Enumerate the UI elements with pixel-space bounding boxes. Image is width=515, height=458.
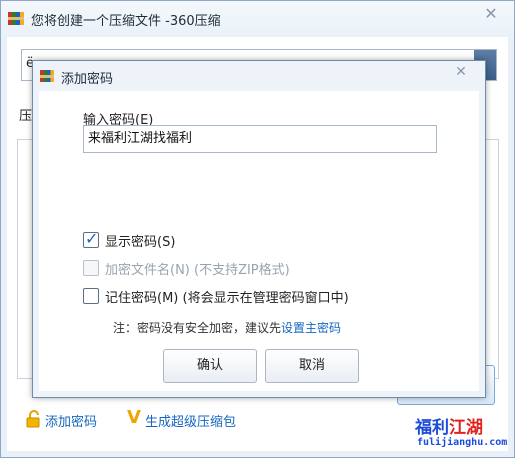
add-password-link[interactable]: 添加密码	[45, 411, 97, 430]
cancel-button[interactable]: 取消	[265, 349, 359, 383]
dialog-titlebar[interactable]: 添加密码 ✕	[33, 61, 485, 91]
watermark-title: 福利江湖	[415, 418, 483, 438]
watermark-logo: 福利江湖 fulijianghu.com	[399, 399, 513, 457]
password-input[interactable]: 来福利江湖找福利	[83, 125, 437, 153]
encrypt-filename-checkbox	[83, 260, 99, 276]
encrypt-filename-label: 加密文件名(N) (不支持ZIP格式)	[105, 263, 290, 278]
rar-books-icon	[39, 68, 55, 84]
close-icon[interactable]: ✕	[482, 5, 500, 23]
lock-icon	[25, 409, 43, 429]
note-text: 注：密码没有安全加密，建议先	[113, 321, 282, 335]
super-compress-link[interactable]: 生成超级压缩包	[145, 411, 236, 430]
window-title: 您将创建一个压缩文件 -360压缩	[31, 14, 221, 29]
security-note: 注：密码没有安全加密，建议先设置主密码	[113, 319, 341, 336]
remember-password-checkbox[interactable]	[83, 288, 99, 304]
rar-books-icon	[7, 9, 25, 27]
close-icon[interactable]: ✕	[453, 64, 469, 80]
dialog-body: 输入密码(E) 来福利江湖找福利 ✓ 显示密码(S) 加密文件名(N) (不支持…	[39, 91, 479, 391]
set-master-password-link[interactable]: 设置主密码	[281, 321, 341, 335]
checkmark-icon: ✓	[85, 229, 99, 248]
confirm-button[interactable]: 确认	[163, 349, 257, 383]
watermark-url: fulijianghu.com	[417, 437, 508, 448]
window-titlebar[interactable]: 您将创建一个压缩文件 -360压缩 ✕	[1, 1, 514, 37]
remember-password-label: 记住密码(M) (将会显示在管理密码窗口中)	[105, 291, 349, 306]
add-password-dialog: 添加密码 ✕ 输入密码(E) 来福利江湖找福利 ✓ 显示密码(S) 加密文件名(…	[32, 60, 486, 398]
dialog-title: 添加密码	[61, 72, 114, 87]
show-password-checkbox[interactable]: ✓	[83, 229, 99, 248]
show-password-label: 显示密码(S)	[105, 235, 176, 250]
v-badge-icon: V	[127, 407, 141, 428]
format-label: 压	[19, 109, 33, 124]
